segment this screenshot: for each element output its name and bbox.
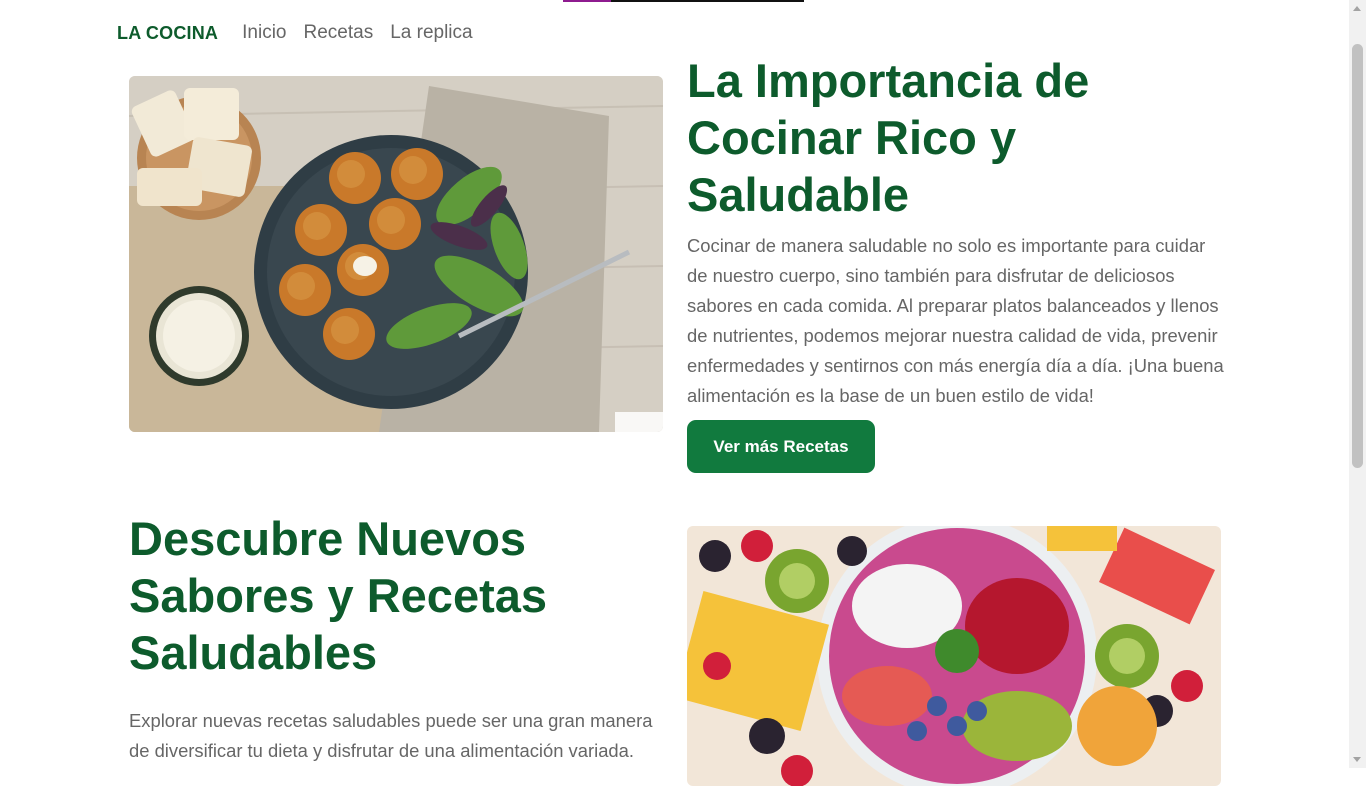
smoothie-bowl-image xyxy=(687,526,1221,786)
page-scrollbar[interactable] xyxy=(1349,0,1366,768)
section1-title: La Importancia de Cocinar Rico y Saludab… xyxy=(687,54,1090,221)
navbar: LA COCINA Inicio Recetas La replica xyxy=(117,18,490,48)
scroll-up-icon[interactable] xyxy=(1353,6,1361,11)
section2-text: Explorar nuevas recetas saludables puede… xyxy=(129,710,653,761)
nav-link-recetas[interactable]: Recetas xyxy=(304,22,374,44)
nav-link-inicio[interactable]: Inicio xyxy=(242,22,286,44)
ver-mas-recetas-button[interactable]: Ver más Recetas xyxy=(687,420,875,473)
top-progress-strip xyxy=(563,0,804,2)
section1-text: Cocinar de manera saludable no solo es i… xyxy=(687,235,1224,406)
scroll-down-icon[interactable] xyxy=(1353,757,1361,762)
brand-logo[interactable]: LA COCINA xyxy=(117,23,218,44)
nav-link-la-replica[interactable]: La replica xyxy=(390,22,472,44)
falafel-plate-image xyxy=(129,76,663,432)
section2-title: Descubre Nuevos Sabores y Recetas Saluda… xyxy=(129,512,548,679)
scrollbar-thumb[interactable] xyxy=(1352,44,1363,468)
